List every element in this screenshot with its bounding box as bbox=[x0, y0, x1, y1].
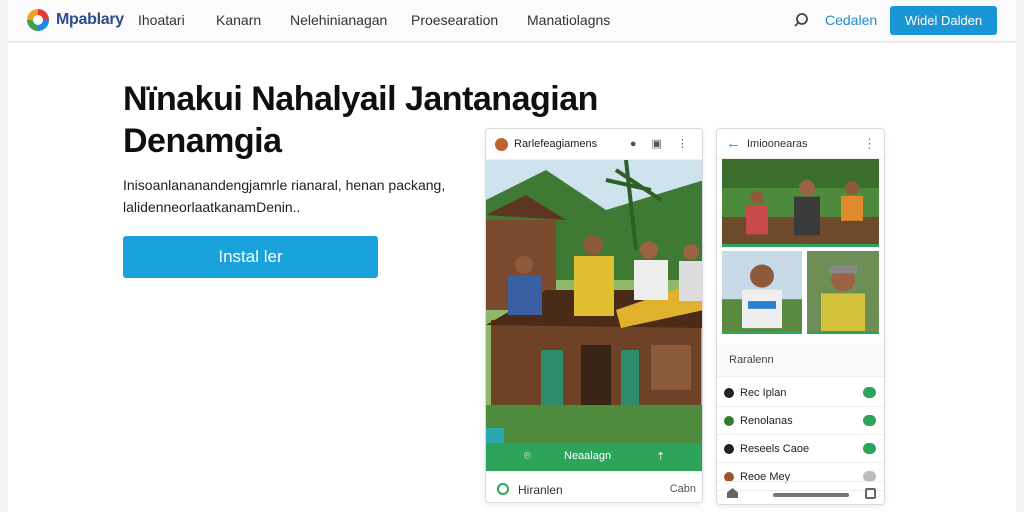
photo-action-bar: ⌾ Neaalagn ⇡ bbox=[486, 443, 702, 471]
install-button[interactable]: Instal ler bbox=[123, 236, 378, 278]
phone-footer: Hiranlen Cabn bbox=[486, 471, 702, 502]
more-options-icon[interactable]: ⋮ bbox=[863, 136, 876, 152]
back-arrow-icon[interactable]: ← bbox=[726, 135, 741, 152]
gallery-photo-1[interactable] bbox=[722, 159, 879, 247]
phone-mockup-feed: Rarlefeagiamens ● ▣ ⋮ ⌾ Neaalagn ⇡ Hiran… bbox=[485, 128, 703, 503]
list-item[interactable]: Renolanas bbox=[717, 407, 884, 435]
signup-button[interactable]: Widel Dalden bbox=[890, 6, 997, 35]
village-photo bbox=[486, 160, 702, 443]
chat-icon[interactable] bbox=[863, 415, 876, 426]
more-options-icon[interactable]: ● ▣ ⋮ bbox=[630, 137, 694, 150]
status-icon bbox=[724, 444, 734, 454]
section-label: Raralenn bbox=[729, 354, 774, 366]
hero-subtitle: Inisoanlananandengjamrle rianaral, henan… bbox=[123, 177, 446, 215]
status-icon bbox=[724, 416, 734, 426]
list-item[interactable]: Reseels Caoe bbox=[717, 435, 884, 463]
add-icon[interactable] bbox=[497, 483, 509, 495]
section-header: Raralenn bbox=[717, 343, 884, 377]
phone-header: Rarlefeagiamens ● ▣ ⋮ bbox=[486, 129, 702, 160]
phone-title: Rarlefeagiamens bbox=[514, 138, 598, 150]
nav-item-4[interactable]: Proesearation bbox=[411, 12, 498, 28]
location-icon[interactable]: ⌾ bbox=[524, 450, 531, 463]
gallery-photo-2[interactable] bbox=[722, 251, 802, 334]
phone-mockup-gallery: ← Imioonearas ⋮ Raralenn Rec Iplan Renol… bbox=[716, 128, 885, 505]
chat-icon[interactable] bbox=[863, 387, 876, 398]
footer-left-label[interactable]: Hiranlen bbox=[518, 483, 563, 497]
list-item-label: Renolanas bbox=[740, 415, 793, 427]
list-item[interactable]: Rec Iplan bbox=[717, 379, 884, 407]
chat-icon[interactable] bbox=[863, 443, 876, 454]
phone-header: ← Imioonearas ⋮ bbox=[717, 129, 884, 159]
nav-item-1[interactable]: Ihoatari bbox=[138, 12, 185, 28]
list-item-label: Reseels Caoe bbox=[740, 443, 810, 455]
nav-item-3[interactable]: Nelehinianagan bbox=[290, 12, 387, 28]
home-indicator bbox=[773, 493, 849, 497]
gallery-photo-3[interactable] bbox=[807, 251, 879, 334]
nav-item-2[interactable]: Kanarn bbox=[216, 12, 261, 28]
status-icon bbox=[724, 388, 734, 398]
brand-name[interactable]: Mpablary bbox=[56, 11, 124, 29]
share-icon[interactable]: ⇡ bbox=[656, 450, 665, 463]
action-label[interactable]: Neaalagn bbox=[564, 450, 611, 462]
avatar bbox=[495, 138, 508, 151]
list-item-label: Rec Iplan bbox=[740, 387, 787, 399]
phone-title: Imioonearas bbox=[747, 138, 808, 150]
square-icon[interactable] bbox=[865, 488, 876, 499]
top-navbar: Mpablary Ihoatari Kanarn Nelehinianagan … bbox=[8, 0, 1016, 42]
login-link[interactable]: Cedalen bbox=[825, 12, 877, 28]
nav-item-5[interactable]: Manatiolagns bbox=[527, 12, 610, 28]
home-icon[interactable] bbox=[727, 488, 738, 498]
brand-logo-icon[interactable] bbox=[26, 8, 50, 32]
footer-right-label[interactable]: Cabn bbox=[670, 483, 696, 495]
search-icon[interactable] bbox=[794, 11, 812, 29]
phone-footer bbox=[717, 481, 884, 504]
